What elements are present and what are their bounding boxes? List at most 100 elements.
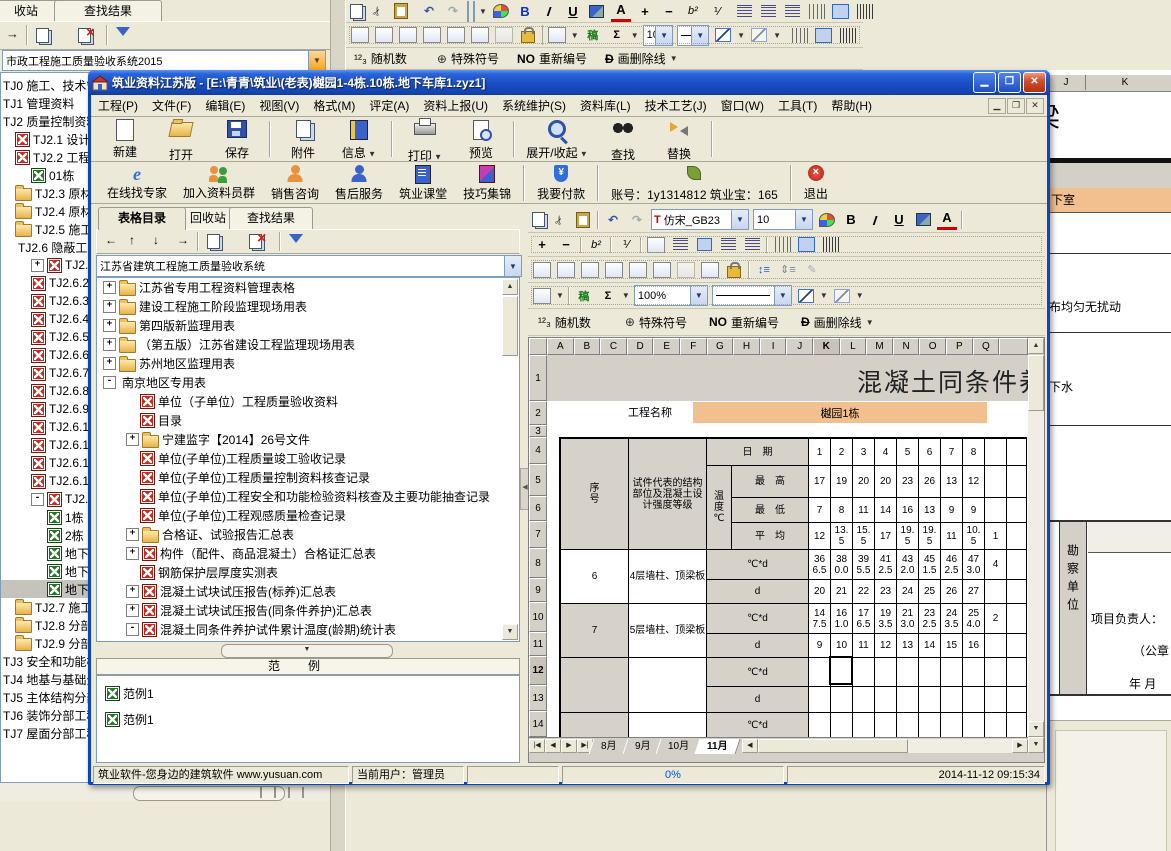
menu-格式M[interactable]: 格式(M) [306,95,362,116]
table-cell[interactable] [1007,687,1027,713]
cd-value-cell[interactable]: 254.0 [963,604,985,634]
delete-form-icon[interactable]: × [257,230,266,248]
d-value-cell[interactable]: 13 [897,634,919,658]
palette-icon[interactable] [493,4,509,18]
d-value-cell[interactable]: 11 [853,634,875,658]
temp-min-cell[interactable]: 9 [963,498,985,523]
mdi-restore-icon[interactable]: ❐ [1007,98,1025,114]
bg-random-number-button[interactable]: 随机数 [371,50,407,67]
move-right-icon[interactable]: → [6,26,19,41]
cd-value-cell[interactable]: 193.5 [875,604,897,634]
cd-value-cell[interactable] [875,658,897,687]
bg-orange-cell[interactable]: 下室 [1047,188,1171,213]
tree-item[interactable]: +合格证、试验报告汇总表 [97,525,519,544]
tree-item[interactable]: -混凝土同条件养护试件累计温度(龄期)统计表 [97,620,519,639]
sheet-vscroll-thumb[interactable] [1028,355,1044,411]
service-button-技巧集锦[interactable]: 技巧集锦 [455,163,519,202]
sheet-scroll-up-icon[interactable]: ▲ [1028,338,1044,354]
superscript-icon[interactable]: b² [683,2,703,20]
toolbar-button-新建[interactable]: 新建 [97,118,153,160]
tree-item[interactable]: 单位(子单位)工程观感质量检查记录 [97,506,519,525]
bg-strikeline-button[interactable]: 画删除线 [618,50,666,67]
cd-label[interactable]: ℃*d [707,604,809,634]
bg-renumber-button[interactable]: 重新编号 [539,50,587,67]
redo-icon[interactable]: ↷ [627,211,647,229]
row-header-1[interactable]: 1 [529,355,547,401]
table-cell[interactable] [985,713,1007,739]
row-header-7[interactable]: 7 [529,521,547,548]
temp-min-cell[interactable]: 14 [875,498,897,523]
expand-icon[interactable]: + [103,338,116,351]
table-cell[interactable] [831,713,853,739]
tree-item[interactable]: +混凝土试块试压报告(同条件养护)汇总表 [97,601,519,620]
col-header-K[interactable]: K [813,338,840,355]
tree-item[interactable]: 单位(子单位)工程安全和功能检验资料核查及主要功能抽查记录 [97,487,519,506]
expand-icon[interactable]: + [103,319,116,332]
sheet-tab-11月[interactable]: 11月 [695,739,740,754]
temp-avg-cell[interactable]: 15.5 [853,523,875,550]
expand-icon[interactable]: + [126,547,139,560]
bg-special-symbol-button[interactable]: 特殊符号 [451,50,499,67]
italic-icon[interactable]: I [864,211,887,229]
renumber-button[interactable]: 重新编号 [731,314,779,331]
copy-icon[interactable] [532,212,545,227]
bg-horizontal-scrollbar[interactable] [0,783,330,801]
add-icon[interactable]: + [635,2,655,20]
table-cell[interactable] [1007,604,1027,634]
d-value-cell[interactable]: 25 [919,580,941,604]
d-value-cell[interactable]: 16 [963,634,985,658]
table-cell[interactable] [985,687,1007,713]
day-header[interactable]: 1 [809,439,831,466]
col-header-G[interactable]: G [707,338,734,355]
special-symbol-button[interactable]: 特殊符号 [639,314,687,331]
seq-cell[interactable] [561,658,629,713]
collapse-handle[interactable]: ▼ [221,644,393,658]
d-value-cell[interactable] [831,687,853,713]
tree-scroll-up-icon[interactable]: ▲ [502,279,518,295]
expand-icon[interactable]: + [103,281,116,294]
menu-窗口W[interactable]: 窗口(W) [714,95,771,116]
temp-avg-cell[interactable]: 19.5 [897,523,919,550]
part-cell[interactable]: 4层墙柱、顶梁板 [629,550,707,604]
temp-max-cell[interactable]: 13 [941,466,963,498]
d-value-cell[interactable] [919,687,941,713]
prev-sheet-icon[interactable]: ◀ [545,739,561,753]
service-button-在线找专家[interactable]: e在线找专家 [99,164,175,201]
d-value-cell[interactable] [875,687,897,713]
tree-item[interactable]: 单位（子单位）工程质量验收资料 [97,392,519,411]
table-cell[interactable] [1007,439,1027,466]
align-center-icon[interactable] [761,5,776,18]
table-cell[interactable] [1007,498,1027,523]
strikeline-button[interactable]: 画删除线 [814,314,862,331]
toolbar-button-预览[interactable]: 预览 [453,118,509,161]
expand-icon[interactable]: + [126,528,139,541]
font-color-icon[interactable]: A [611,1,631,22]
d-value-cell[interactable] [809,687,831,713]
table-cell[interactable] [809,713,831,739]
col-header-L[interactable]: L [840,338,867,355]
d-value-cell[interactable]: 22 [853,580,875,604]
tree-item[interactable]: 单位(子单位)工程质量竣工验收记录 [97,449,519,468]
seq-cell[interactable]: 6 [561,550,629,604]
project-name-cell[interactable]: 樾园1栋 [693,402,987,423]
cd-value-cell[interactable] [809,658,831,687]
table-cell[interactable] [985,580,1007,604]
expand-icon[interactable]: + [126,433,139,446]
table-border-icon[interactable] [701,262,719,278]
diagonal-line-icon[interactable] [798,289,814,303]
tree-item[interactable]: +（第五版）江苏省建设工程监理现场用表 [97,335,519,354]
col-header-E[interactable]: E [653,338,680,355]
toolbar-button-替换[interactable]: 替换 [651,116,707,162]
exit-button[interactable]: ×退出 [796,163,836,202]
bg-catalog-select[interactable]: 市政工程施工质量验收系统2015 ▼ [2,50,326,71]
align-right-icon[interactable] [785,5,800,18]
temp-min-cell[interactable]: 9 [941,498,963,523]
temp-min-cell[interactable]: 7 [809,498,831,523]
example-item[interactable]: 范例1 [99,706,517,732]
table-cell[interactable] [1007,580,1027,604]
expand-icon[interactable]: + [31,259,44,272]
service-button-我要付款[interactable]: ¥我要付款 [529,164,593,202]
toolbar-button-保存[interactable]: 保存 [209,117,265,161]
char-spacing-tight-icon[interactable] [856,4,873,19]
d-value-cell[interactable]: 27 [963,580,985,604]
